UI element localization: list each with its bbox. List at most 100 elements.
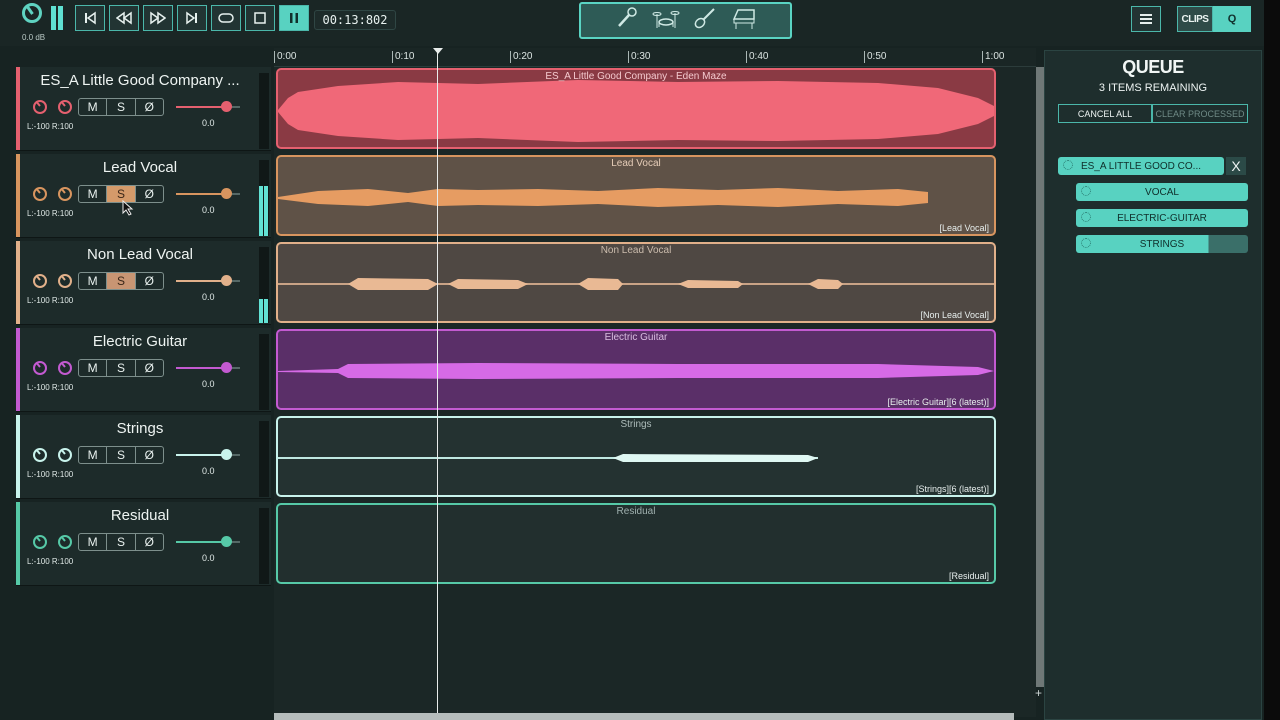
- fast-forward-button[interactable]: [143, 5, 173, 31]
- mute-button[interactable]: M: [79, 273, 108, 289]
- volume-slider[interactable]: [176, 449, 240, 460]
- phase-invert-button[interactable]: Ø: [136, 273, 163, 289]
- close-job-button[interactable]: X: [1226, 157, 1246, 175]
- playhead[interactable]: [437, 52, 438, 720]
- track-level-meter: [259, 247, 269, 323]
- track-header[interactable]: Lead Vocal M S Ø L:-100 R:100 0.0: [16, 154, 271, 238]
- gain-knob[interactable]: [33, 187, 47, 201]
- track-level-meter: [259, 160, 269, 236]
- mute-button[interactable]: M: [79, 447, 108, 463]
- spinner-icon: [1063, 160, 1073, 170]
- queue-button[interactable]: Q: [1213, 6, 1251, 32]
- volume-slider[interactable]: [176, 536, 240, 547]
- volume-slider[interactable]: [176, 188, 240, 199]
- pan-knob[interactable]: [58, 100, 72, 114]
- phase-invert-button[interactable]: Ø: [136, 447, 163, 463]
- rewind-button[interactable]: [109, 5, 139, 31]
- solo-button[interactable]: S: [107, 99, 136, 115]
- menu-button[interactable]: [1131, 6, 1161, 32]
- ruler-tick: 0:10: [392, 51, 414, 63]
- track-header[interactable]: Non Lead Vocal M S Ø L:-100 R:100 0.0: [16, 241, 271, 325]
- track-name: ES_A Little Good Company ...: [40, 72, 240, 89]
- track-lane: Electric Guitar [Electric Guitar][6 (lat…: [274, 328, 1036, 415]
- queue-item[interactable]: VOCAL: [1076, 183, 1248, 201]
- gain-knob[interactable]: [33, 448, 47, 462]
- audio-clip[interactable]: Lead Vocal [Lead Vocal]: [276, 155, 996, 236]
- track-header[interactable]: Strings M S Ø L:-100 R:100 0.0: [16, 415, 271, 499]
- loop-button[interactable]: [211, 5, 241, 31]
- skip-back-icon: [85, 11, 96, 25]
- window-edge: [1264, 0, 1280, 720]
- clear-processed-button[interactable]: CLEAR PROCESSED: [1152, 104, 1248, 123]
- horizontal-scrollbar[interactable]: [274, 713, 1014, 720]
- gain-knob[interactable]: [33, 361, 47, 375]
- solo-button[interactable]: S: [107, 534, 136, 550]
- solo-button[interactable]: S: [107, 273, 136, 289]
- pan-knob[interactable]: [58, 187, 72, 201]
- pan-knob[interactable]: [58, 535, 72, 549]
- clip-title: Non Lead Vocal: [600, 245, 672, 256]
- guitar-icon[interactable]: [692, 5, 718, 36]
- skip-back-button[interactable]: [75, 5, 105, 31]
- track-color-stripe: [16, 241, 20, 324]
- track-buttons: M S Ø: [78, 98, 164, 116]
- timeline-ruler[interactable]: 0:00 0:10 0:20 0:30 0:40 0:50 1:00: [274, 48, 1036, 67]
- queue-item[interactable]: ELECTRIC-GUITAR: [1076, 209, 1248, 227]
- phase-invert-button[interactable]: Ø: [136, 360, 163, 376]
- pan-knob[interactable]: [58, 274, 72, 288]
- gain-knob[interactable]: [33, 274, 47, 288]
- zoom-in-icon[interactable]: +: [1035, 686, 1042, 700]
- track-lanes[interactable]: ES_A Little Good Company - Eden Maze Lea…: [274, 67, 1036, 717]
- cancel-all-button[interactable]: CANCEL ALL: [1058, 104, 1152, 123]
- pause-button[interactable]: [279, 5, 309, 31]
- phase-invert-button[interactable]: Ø: [136, 99, 163, 115]
- ruler-tick: 0:50: [864, 51, 886, 63]
- gain-knob[interactable]: [33, 535, 47, 549]
- track-header[interactable]: Residual M S Ø L:-100 R:100 0.0: [16, 502, 271, 586]
- master-volume-label: 0.0 dB: [22, 33, 46, 42]
- audio-clip[interactable]: Non Lead Vocal [Non Lead Vocal]: [276, 242, 996, 323]
- mute-button[interactable]: M: [79, 360, 108, 376]
- pan-knob[interactable]: [58, 448, 72, 462]
- clips-button[interactable]: CLIPS: [1177, 6, 1213, 32]
- menu-icon: [1140, 18, 1152, 20]
- stop-button[interactable]: [245, 5, 275, 31]
- clip-tag: [Electric Guitar][6 (latest)]: [887, 397, 989, 407]
- audio-clip[interactable]: Strings [Strings][6 (latest)]: [276, 416, 996, 497]
- track-name: Strings: [116, 420, 164, 437]
- audio-clip[interactable]: ES_A Little Good Company - Eden Maze: [276, 68, 996, 149]
- vertical-scrollbar[interactable]: [1036, 67, 1044, 687]
- track-header[interactable]: ES_A Little Good Company ... M S Ø L:-10…: [16, 67, 271, 151]
- volume-slider[interactable]: [176, 101, 240, 112]
- phase-invert-button[interactable]: Ø: [136, 534, 163, 550]
- mute-button[interactable]: M: [79, 186, 108, 202]
- mute-button[interactable]: M: [79, 99, 108, 115]
- spinner-icon: [1081, 238, 1091, 248]
- queue-item[interactable]: STRINGS: [1076, 235, 1248, 253]
- solo-button[interactable]: S: [107, 447, 136, 463]
- audio-clip[interactable]: Electric Guitar [Electric Guitar][6 (lat…: [276, 329, 996, 410]
- ruler-tick: 0:30: [628, 51, 650, 63]
- drums-icon[interactable]: [652, 5, 680, 36]
- mute-button[interactable]: M: [79, 534, 108, 550]
- phase-invert-button[interactable]: Ø: [136, 186, 163, 202]
- track-header[interactable]: Electric Guitar M S Ø L:-100 R:100 0.0: [16, 328, 271, 412]
- track-buttons: M S Ø: [78, 446, 164, 464]
- clip-title: Lead Vocal: [611, 158, 661, 169]
- piano-icon[interactable]: [730, 5, 758, 36]
- solo-button[interactable]: S: [107, 360, 136, 376]
- gain-knob[interactable]: [33, 100, 47, 114]
- pan-readout: L:-100 R:100: [27, 122, 74, 131]
- pause-icon: [290, 13, 298, 23]
- volume-slider[interactable]: [176, 362, 240, 373]
- playhead-marker[interactable]: [433, 48, 443, 54]
- pan-knob[interactable]: [58, 361, 72, 375]
- master-volume-knob[interactable]: [22, 3, 42, 23]
- audio-clip[interactable]: Residual [Residual]: [276, 503, 996, 584]
- fast-forward-icon: [150, 11, 166, 25]
- skip-forward-button[interactable]: [177, 5, 207, 31]
- microphone-icon[interactable]: [614, 5, 640, 36]
- volume-slider[interactable]: [176, 275, 240, 286]
- queue-job[interactable]: ES_A LITTLE GOOD CO...: [1058, 157, 1224, 175]
- instrument-filter-bar[interactable]: [579, 2, 792, 39]
